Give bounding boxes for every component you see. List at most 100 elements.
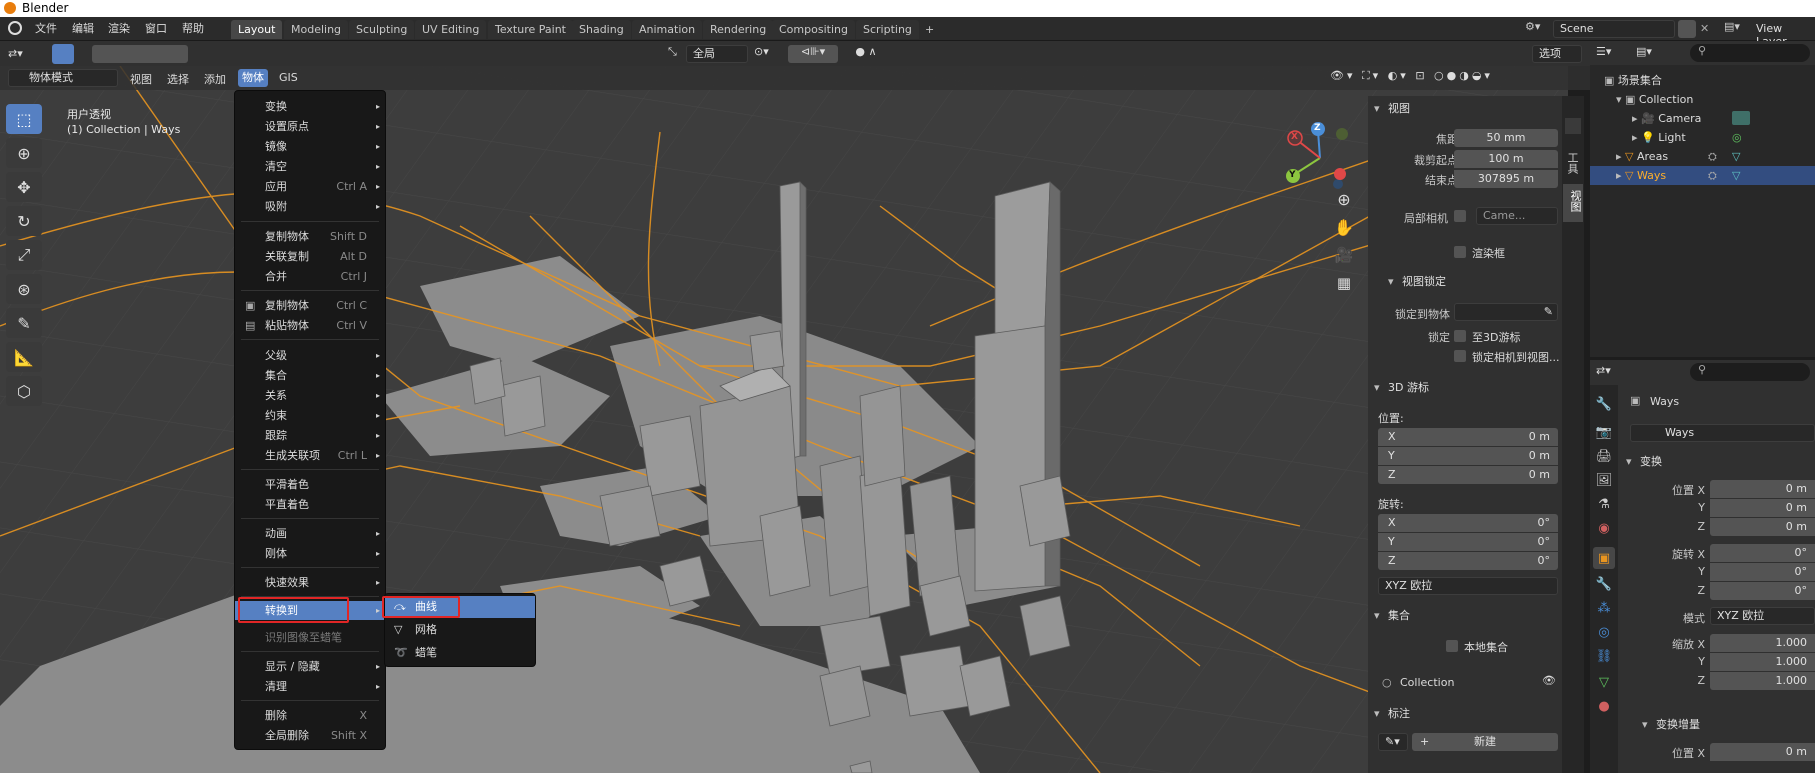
local-camera-checkbox[interactable]	[1454, 210, 1466, 222]
particles-icon[interactable]: ⁂	[1593, 597, 1615, 619]
menu-object[interactable]: 物体	[238, 69, 268, 87]
menu-item-join[interactable]: 合并 Ctrl J	[235, 267, 385, 286]
menu-view[interactable]: 视图	[130, 71, 152, 87]
menu-item-shade-flat[interactable]: 平直着色	[235, 495, 385, 514]
cursor-loc-z[interactable]: Z0 m	[1378, 466, 1558, 484]
add-cube-icon[interactable]: ⬡	[6, 376, 42, 406]
camera-view-icon[interactable]: 🎥	[1330, 246, 1358, 274]
cursor-rot-z[interactable]: Z 0°	[1378, 552, 1558, 570]
menu-item-duplicate-linked[interactable]: 关联复制 Alt D	[235, 247, 385, 266]
outliner-row-areas[interactable]: ▸ ▽ Areas ⛭ ▽	[1590, 147, 1815, 166]
properties-search-input[interactable]: ⚲	[1690, 363, 1810, 381]
tab-item[interactable]	[1565, 118, 1581, 134]
view-lock-header[interactable]: 视图锁定	[1382, 272, 1582, 292]
options-dropdown[interactable]: 选项	[1532, 45, 1582, 63]
new-scene-icon[interactable]	[1678, 20, 1696, 38]
menu-item-apply[interactable]: 应用 Ctrl A ▸	[235, 177, 385, 196]
pan-hand-icon[interactable]: ✋	[1330, 218, 1358, 246]
menu-item-animation[interactable]: 动画 ▸	[235, 524, 385, 543]
menu-item-clear[interactable]: 清空 ▸	[235, 157, 385, 176]
tab-tool[interactable]: 工具	[1566, 152, 1580, 174]
outliner-search-input[interactable]: ⚲	[1690, 44, 1810, 62]
loc-x-field[interactable]: 0 m	[1710, 480, 1815, 498]
view-layer-icon[interactable]: ▤▾	[1724, 20, 1754, 38]
menu-item-make-links[interactable]: 生成关联项 Ctrl L ▸	[235, 446, 385, 465]
menu-item-paste[interactable]: ▤ 粘贴物体 Ctrl V	[235, 316, 385, 335]
menu-item-snap[interactable]: 吸附 ▸	[235, 197, 385, 216]
menu-file[interactable]: 文件	[35, 21, 57, 37]
eyedropper-icon[interactable]: ✎	[1544, 304, 1553, 320]
rotation-mode-dropdown[interactable]: XYZ 欧拉	[1710, 607, 1815, 625]
rot-z-field[interactable]: 0°	[1710, 582, 1815, 600]
tab-shading[interactable]: Shading	[572, 20, 631, 39]
menu-select[interactable]: 选择	[167, 71, 189, 87]
cursor-rotation-mode[interactable]: XYZ 欧拉	[1378, 577, 1558, 595]
viewport-shading-icons[interactable]: 👁▾ ⛶▾ ◐▾ ⊡ ○●◑◒▾	[1330, 69, 1580, 87]
tab-layout[interactable]: Layout	[231, 20, 283, 39]
select-tool-icon[interactable]	[52, 44, 74, 64]
blender-menu-icon[interactable]	[8, 21, 22, 35]
clip-end-field[interactable]: 307895 m	[1454, 170, 1558, 188]
scene-icon[interactable]: ⚙▾	[1525, 20, 1547, 38]
cursor-rot-x[interactable]: X 0°	[1378, 514, 1558, 532]
mesh-data-icon[interactable]: ▽	[1732, 166, 1740, 185]
collection-item[interactable]: Collection	[1400, 676, 1454, 689]
menu-item-duplicate[interactable]: 复制物体 Shift D	[235, 227, 385, 246]
scale-y-field[interactable]: 1.000	[1710, 653, 1815, 671]
data-icon[interactable]: ▽	[1593, 671, 1615, 693]
select-box-icon[interactable]: ⬚	[6, 104, 42, 134]
clip-start-field[interactable]: 100 m	[1454, 150, 1558, 168]
view-panel-header[interactable]: 视图	[1368, 99, 1568, 119]
convert-to-grease-pencil[interactable]: ➰ 蜡笔	[385, 642, 535, 664]
menu-item-collection[interactable]: 集合 ▸	[235, 366, 385, 385]
tab-animation[interactable]: Animation	[632, 20, 703, 39]
scene-icon[interactable]: ⚗	[1593, 493, 1615, 515]
focal-length-field[interactable]: 50 mm	[1454, 129, 1558, 147]
lock-camera-checkbox[interactable]	[1454, 350, 1466, 362]
menu-item-rigid-body[interactable]: 刚体 ▸	[235, 544, 385, 563]
measure-icon[interactable]: 📐	[6, 342, 42, 372]
menu-window[interactable]: 窗口	[145, 21, 167, 37]
annotation-panel-header[interactable]: 标注	[1368, 704, 1568, 724]
menu-item-delete[interactable]: 删除 X	[235, 706, 385, 725]
output-icon[interactable]: 🖨	[1593, 445, 1615, 467]
display-mode-icon[interactable]: ▤▾	[1636, 45, 1652, 58]
rotate-icon[interactable]: ↻	[6, 206, 42, 236]
camera-data-icon[interactable]	[1732, 111, 1750, 125]
tab-view[interactable]: 视图	[1563, 184, 1583, 222]
close-icon[interactable]: ✕	[1700, 20, 1714, 38]
cursor-rot-y[interactable]: Y 0°	[1378, 533, 1558, 551]
menu-item-show-hide[interactable]: 显示 / 隐藏 ▸	[235, 657, 385, 676]
scale-x-field[interactable]: 1.000	[1710, 634, 1815, 652]
menu-edit[interactable]: 编辑	[72, 21, 94, 37]
tool-settings-icon[interactable]: 🔧	[1593, 393, 1615, 415]
menu-item-delete-globally[interactable]: 全局删除 Shift X	[235, 726, 385, 745]
menu-render[interactable]: 渲染	[108, 21, 130, 37]
outliner-row-ways[interactable]: ▸ ▽ Ways ⛭ ▽	[1590, 166, 1815, 185]
outliner-row-collection[interactable]: ▾ ▣ Collection	[1590, 90, 1815, 109]
object-name-field[interactable]: Ways	[1630, 424, 1815, 442]
menu-item-quick-effects[interactable]: 快速效果 ▸	[235, 573, 385, 592]
pivot-icon[interactable]: ⊙▾	[754, 45, 782, 63]
add-workspace-button[interactable]: +	[918, 20, 941, 39]
material-icon[interactable]: ●	[1593, 695, 1615, 717]
menu-item-set-origin[interactable]: 设置原点 ▸	[235, 117, 385, 136]
render-region-checkbox[interactable]	[1454, 246, 1466, 258]
scale-icon[interactable]: ⤢	[6, 240, 42, 270]
lock-object-field[interactable]: ✎	[1454, 303, 1558, 321]
loc-z-field[interactable]: 0 m	[1710, 518, 1815, 536]
select-mode-buttons[interactable]	[92, 45, 188, 63]
light-data-icon[interactable]: ◎	[1732, 128, 1742, 147]
outliner-editor-icon[interactable]: ☰▾	[1596, 45, 1611, 58]
annotation-type-icon[interactable]: ✎▾	[1378, 733, 1408, 751]
view-layer-icon[interactable]: 🖼	[1593, 469, 1615, 491]
collection-panel-header[interactable]: 集合	[1368, 606, 1568, 626]
scale-z-field[interactable]: 1.000	[1710, 672, 1815, 690]
tab-texture-paint[interactable]: Texture Paint	[488, 20, 573, 39]
rot-x-field[interactable]: 0°	[1710, 544, 1815, 562]
properties-editor-icon[interactable]: ⇄▾	[1596, 364, 1611, 377]
menu-help[interactable]: 帮助	[182, 21, 204, 37]
rot-y-field[interactable]: 0°	[1710, 563, 1815, 581]
move-icon[interactable]: ✥	[6, 172, 42, 202]
proportional-edit-icon[interactable]: ● ∧	[846, 45, 886, 63]
